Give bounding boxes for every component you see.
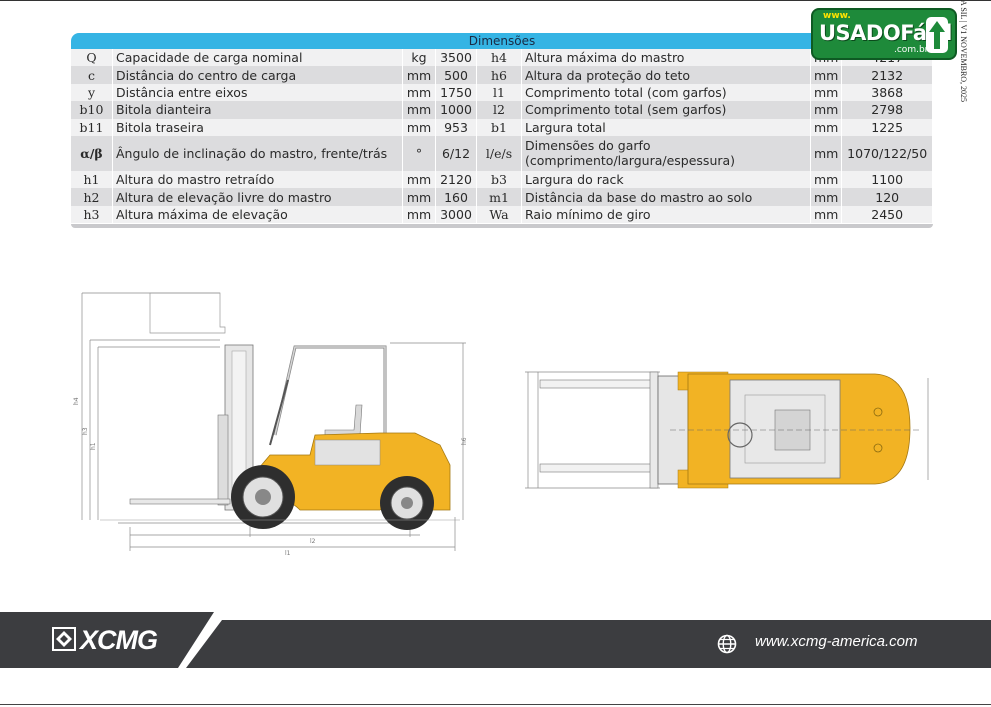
symbol-cell: h6: [476, 66, 522, 84]
unit-cell: mm: [402, 118, 436, 136]
bottom-border-line: [0, 704, 991, 705]
description-cell: Distância da base do mastro ao solo: [521, 188, 811, 206]
table-row: α/β Ângulo de inclinação do mastro, fren…: [71, 135, 933, 171]
symbol-cell: c: [71, 66, 113, 84]
unit-cell: mm: [402, 83, 436, 102]
description-cell: Altura da proteção do teto: [521, 66, 811, 84]
value-cell: 1070/122/50: [841, 135, 933, 171]
symbol-cell: b10: [71, 101, 113, 119]
unit-cell: kg: [402, 49, 436, 67]
table-row: b11 Bitola traseira mm 953 b1 Largura to…: [71, 118, 933, 136]
dimensions-table: Q Capacidade de carga nominal kg 3500 h4…: [71, 49, 933, 224]
symbol-cell: b3: [476, 170, 522, 189]
table-title: Dimensões: [71, 33, 933, 49]
value-cell: 2798: [841, 101, 933, 119]
svg-text:h4: h4: [73, 397, 80, 405]
description-cell: Altura máxima de elevação: [112, 205, 403, 224]
forklift-side-view-drawing: h4 h3 h1 h6 l2 l1: [73, 292, 468, 557]
value-cell: 6/12: [435, 135, 477, 171]
symbol-cell: m1: [476, 188, 522, 206]
table-row: h2 Altura de elevação livre do mastro mm…: [71, 188, 933, 206]
value-cell: 3500: [435, 49, 477, 67]
value-cell: 2132: [841, 66, 933, 84]
symbol-cell: b11: [71, 118, 113, 136]
value-cell: 1000: [435, 101, 477, 119]
symbol-cell: b1: [476, 118, 522, 136]
table-row: h3 Altura máxima de elevação mm 3000 Wa …: [71, 205, 933, 224]
unit-cell: mm: [810, 188, 843, 206]
unit-cell: mm: [402, 188, 436, 206]
description-cell: Altura de elevação livre do mastro: [112, 188, 403, 206]
description-cell: Altura do mastro retraído: [112, 170, 403, 189]
value-cell: 1750: [435, 83, 477, 102]
table-row: Q Capacidade de carga nominal kg 3500 h4…: [71, 49, 933, 67]
unit-cell: mm: [810, 83, 843, 102]
table-row: h1 Altura do mastro retraído mm 2120 b3 …: [71, 170, 933, 189]
description-cell: Largura do rack: [521, 170, 811, 189]
svg-text:l2: l2: [310, 538, 316, 545]
symbol-cell: l/e/s: [476, 135, 522, 171]
unit-cell: mm: [402, 66, 436, 84]
symbol-cell: α/β: [71, 135, 113, 171]
svg-text:h1: h1: [90, 442, 97, 450]
value-cell: 2450: [841, 205, 933, 224]
symbol-cell: l1: [476, 83, 522, 102]
symbol-cell: h3: [71, 205, 113, 224]
value-cell: 3868: [841, 83, 933, 102]
symbol-cell: l2: [476, 101, 522, 119]
symbol-cell: h2: [71, 188, 113, 206]
description-cell: Distância entre eixos: [112, 83, 403, 102]
table-bottom-edge: [71, 224, 933, 228]
description-cell: Raio mínimo de giro: [521, 205, 811, 224]
value-cell: 1100: [841, 170, 933, 189]
description-cell: Ângulo de inclinação do mastro, frente/t…: [112, 135, 403, 171]
description-cell: Comprimento total (sem garfos): [521, 101, 811, 119]
description-cell: Dimensões do garfo (comprimento/largura/…: [521, 135, 811, 171]
unit-cell: mm: [402, 101, 436, 119]
svg-text:h6: h6: [461, 437, 468, 445]
xcmg-brand-logo: XCMG: [80, 625, 158, 655]
symbol-cell: Q: [71, 49, 113, 67]
unit-cell: °: [402, 135, 436, 171]
symbol-cell: y: [71, 83, 113, 102]
unit-cell: mm: [810, 118, 843, 136]
symbol-cell: h4: [476, 49, 522, 67]
svg-text:h3: h3: [82, 427, 89, 435]
symbol-cell: Wa: [476, 205, 522, 224]
unit-cell: mm: [810, 101, 843, 119]
xcmg-logo-mark-icon: [52, 627, 76, 651]
unit-cell: mm: [402, 170, 436, 189]
table-row: y Distância entre eixos mm 1750 l1 Compr…: [71, 83, 933, 102]
unit-cell: mm: [402, 205, 436, 224]
unit-cell: mm: [810, 205, 843, 224]
unit-cell: mm: [810, 66, 843, 84]
unit-cell: mm: [810, 135, 843, 171]
description-cell: Distância do centro de carga: [112, 66, 403, 84]
up-arrow-icon: [926, 17, 948, 53]
table-row: b10 Bitola dianteira mm 1000 l2 Comprime…: [71, 101, 933, 119]
description-cell: Bitola traseira: [112, 118, 403, 136]
value-cell: 1225: [841, 118, 933, 136]
value-cell: 500: [435, 66, 477, 84]
top-border-line: [0, 0, 991, 1]
value-cell: 160: [435, 188, 477, 206]
value-cell: 3000: [435, 205, 477, 224]
symbol-cell: h1: [71, 170, 113, 189]
svg-text:l1: l1: [285, 550, 291, 557]
description-cell: Bitola dianteira: [112, 101, 403, 119]
unit-cell: mm: [810, 170, 843, 189]
value-cell: 2120: [435, 170, 477, 189]
description-cell: Altura máxima do mastro: [521, 49, 811, 67]
website-link[interactable]: www.xcmg-america.com: [755, 633, 918, 650]
table-row: c Distância do centro de carga mm 500 h6…: [71, 66, 933, 84]
value-cell: 120: [841, 188, 933, 206]
document-version-label: A SIL | V1 NOVEMBRO, 2025: [959, 0, 968, 103]
description-cell: Comprimento total (com garfos): [521, 83, 811, 102]
forklift-top-view-drawing: [525, 371, 929, 489]
description-cell: Largura total: [521, 118, 811, 136]
usadofacil-watermark-logo: www. USADOFácil .com.br: [811, 8, 957, 60]
value-cell: 953: [435, 118, 477, 136]
description-cell: Capacidade de carga nominal: [112, 49, 403, 67]
globe-icon: [717, 634, 737, 654]
